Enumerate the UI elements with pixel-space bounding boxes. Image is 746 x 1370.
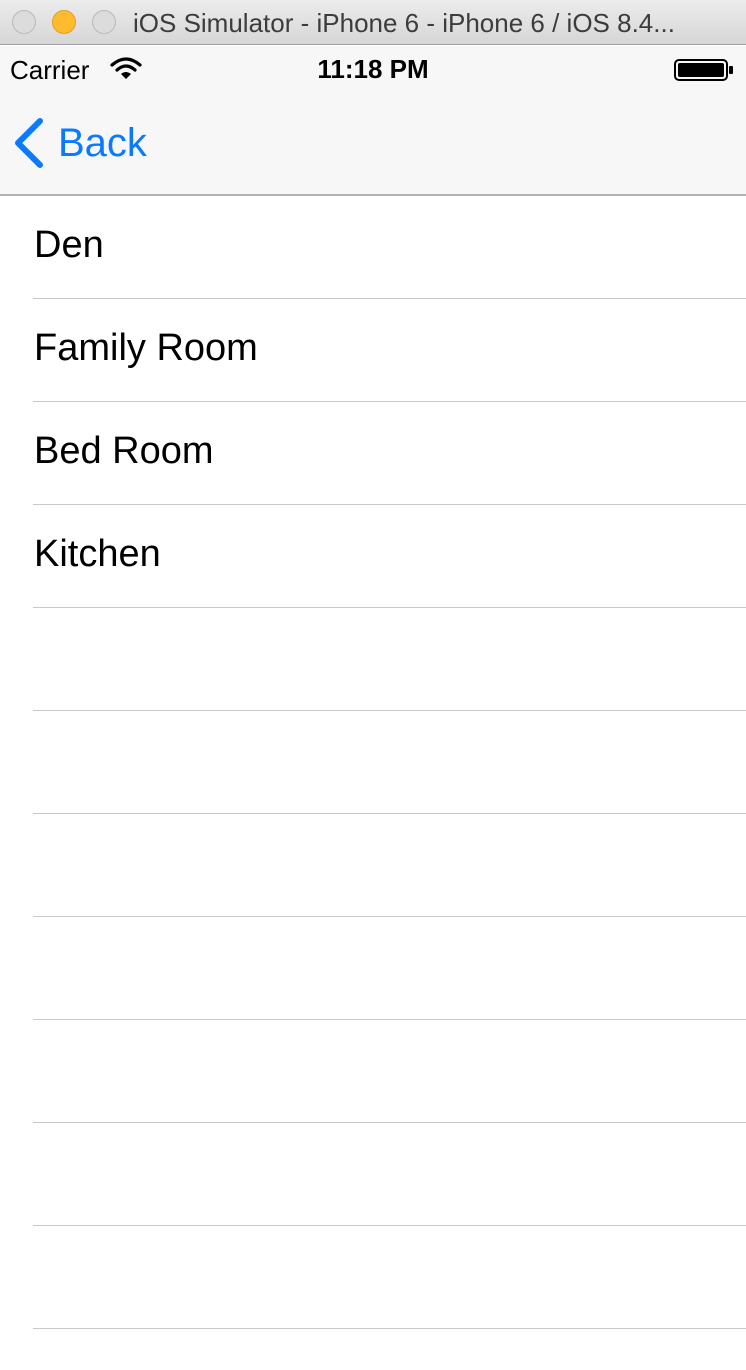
empty-table-row: [0, 608, 746, 711]
empty-table-row: [0, 814, 746, 917]
table-row[interactable]: Kitchen: [0, 505, 746, 608]
window-minimize-button[interactable]: [52, 10, 76, 34]
empty-table-row: [0, 1123, 746, 1226]
back-button[interactable]: Back: [12, 118, 147, 168]
empty-table-row: [0, 1226, 746, 1329]
window-titlebar: iOS Simulator - iPhone 6 - iPhone 6 / iO…: [0, 0, 746, 45]
navigation-header: Carrier 11:18 PM Back: [0, 46, 746, 196]
row-label: Family Room: [34, 327, 258, 369]
battery-icon: [674, 59, 733, 81]
empty-table-row: [0, 711, 746, 814]
row-label: Bed Room: [34, 430, 214, 472]
back-label: Back: [58, 120, 147, 165]
chevron-left-icon: [15, 118, 43, 168]
status-time: 11:18 PM: [317, 54, 429, 84]
empty-table-row: [0, 1020, 746, 1123]
empty-table-row: [0, 917, 746, 1020]
rooms-table: Den Family Room Bed Room Kitchen: [0, 196, 746, 1329]
window-zoom-button[interactable]: [92, 10, 116, 34]
table-row[interactable]: Family Room: [0, 299, 746, 402]
row-separator: [33, 1328, 746, 1329]
row-label: Kitchen: [34, 533, 161, 575]
table-row[interactable]: Den: [0, 196, 746, 299]
table-row[interactable]: Bed Room: [0, 402, 746, 505]
row-label: Den: [34, 224, 104, 266]
window-close-button[interactable]: [12, 10, 36, 34]
window-title: iOS Simulator - iPhone 6 - iPhone 6 / iO…: [133, 8, 675, 38]
